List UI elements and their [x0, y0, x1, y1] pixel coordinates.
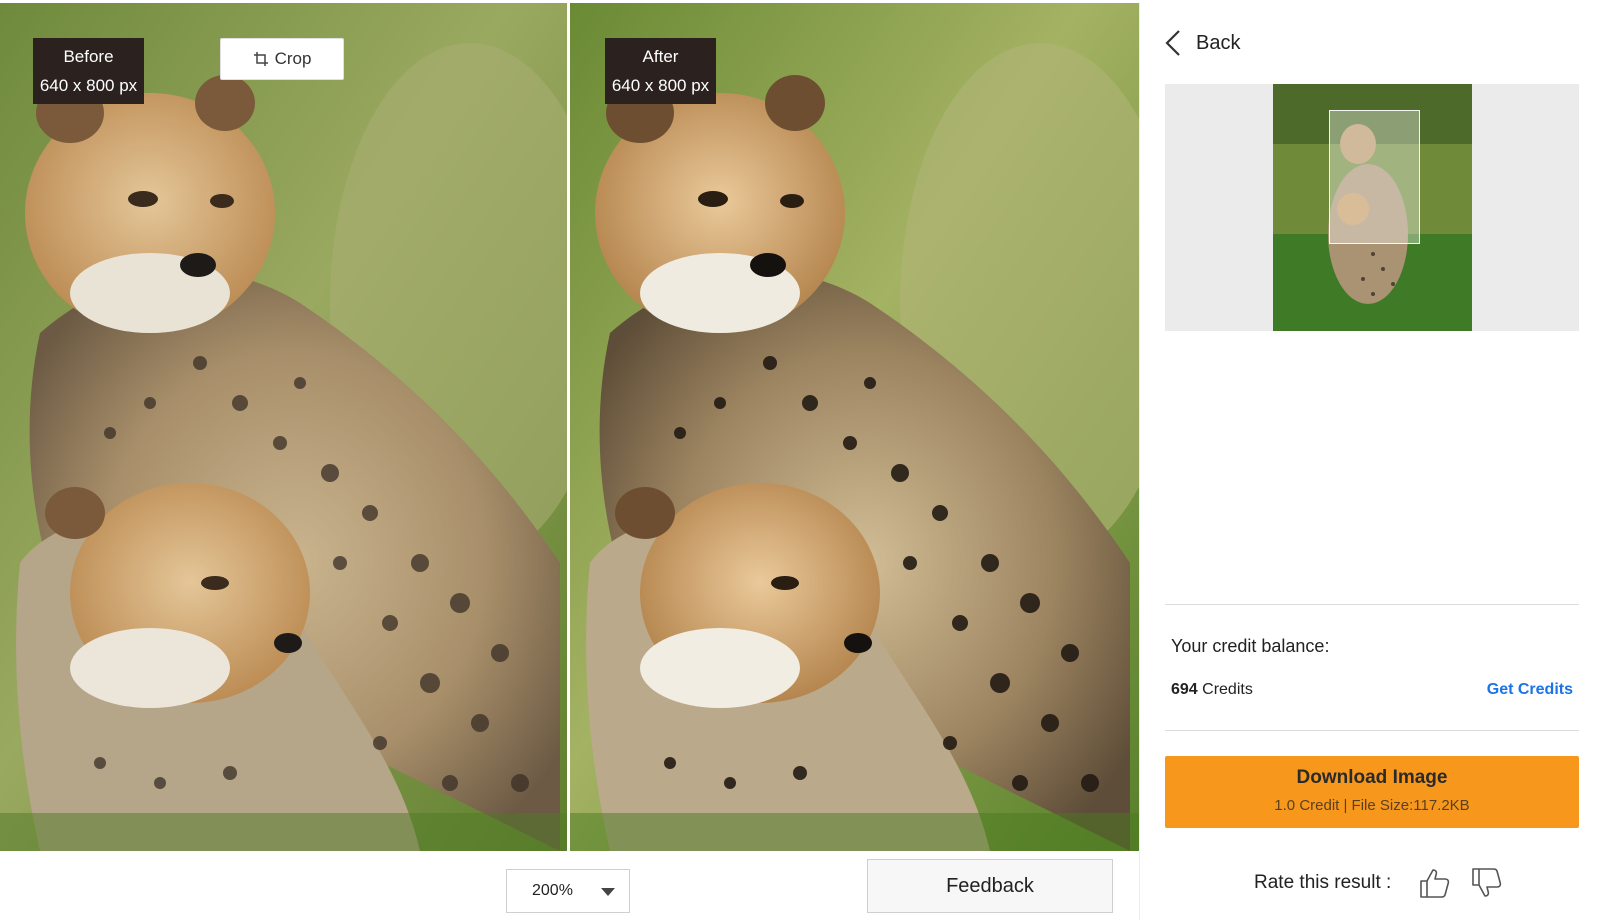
before-photo [0, 3, 567, 851]
after-photo [570, 3, 1139, 851]
credit-unit: Credits [1197, 681, 1253, 698]
app: Before 640 x 800 px Crop After 640 x 800… [0, 0, 1600, 920]
crop-icon [253, 52, 268, 66]
back-label: Back [1196, 31, 1241, 54]
navigator-viewport[interactable] [1329, 110, 1420, 244]
credit-balance-title: Your credit balance: [1171, 636, 1330, 656]
before-size-tag: Before 640 x 800 px [33, 38, 144, 104]
credit-number: 694 [1171, 681, 1198, 698]
download-details: 1.0 Credit | File Size:117.2KB [1274, 797, 1470, 814]
feedback-label: Feedback [946, 874, 1034, 897]
after-size-tag: After 640 x 800 px [605, 38, 716, 104]
caret-down-icon [601, 888, 615, 896]
after-label: After [642, 47, 679, 66]
zoom-value: 200% [532, 882, 573, 899]
navigator-thumbnail[interactable] [1273, 84, 1472, 331]
crop-label: Crop [274, 49, 312, 68]
divider [1165, 604, 1579, 605]
zoom-select[interactable]: 200% [506, 869, 630, 913]
crop-button[interactable]: Crop [220, 38, 344, 80]
before-label: Before [63, 47, 114, 66]
before-pane[interactable]: Before 640 x 800 px Crop [0, 3, 567, 851]
comparison-area: Before 640 x 800 px Crop After 640 x 800… [0, 3, 1139, 851]
feedback-button[interactable]: Feedback [867, 859, 1113, 913]
after-pane[interactable]: After 640 x 800 px [570, 3, 1139, 851]
navigator-preview [1165, 84, 1579, 331]
credit-row: 694 Credits Get Credits [1171, 681, 1573, 699]
chevron-left-icon [1165, 30, 1180, 56]
divider [1165, 730, 1579, 731]
back-button[interactable]: Back [1164, 29, 1240, 57]
thumbs-down-icon[interactable] [1469, 866, 1503, 900]
side-panel: Back Your credit balance: 694 Credits Ge… [1139, 3, 1600, 920]
download-label: Download Image [1296, 767, 1448, 788]
download-image-button[interactable]: Download Image 1.0 Credit | File Size:11… [1165, 756, 1579, 828]
after-dimensions: 640 x 800 px [611, 76, 710, 95]
thumbs-up-icon[interactable] [1417, 866, 1451, 900]
credit-amount: 694 Credits [1171, 681, 1253, 699]
rate-result: Rate this result : [1254, 866, 1503, 900]
get-credits-link[interactable]: Get Credits [1487, 681, 1573, 699]
rate-label: Rate this result : [1254, 872, 1392, 893]
before-dimensions: 640 x 800 px [39, 76, 138, 95]
